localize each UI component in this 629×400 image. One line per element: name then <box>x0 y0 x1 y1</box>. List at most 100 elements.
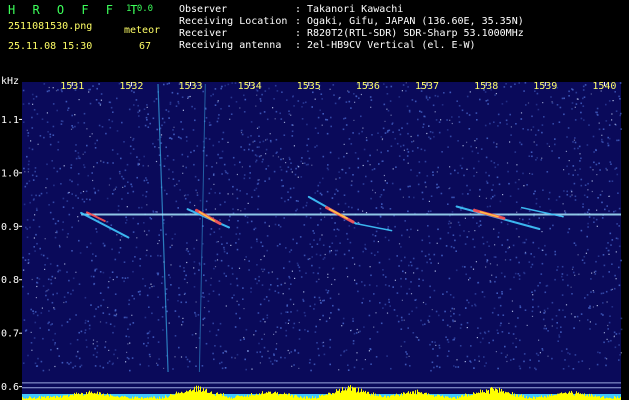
noise-speck <box>236 188 238 191</box>
noise-speck <box>436 355 439 357</box>
noise-speck <box>453 337 456 339</box>
level-bar <box>264 393 265 400</box>
noise-speck <box>381 203 383 205</box>
noise-speck <box>519 339 521 342</box>
noise-speck <box>260 100 262 102</box>
noise-speck <box>374 254 376 256</box>
noise-speck <box>35 365 38 367</box>
noise-speck <box>431 131 434 134</box>
noise-speck <box>331 197 334 199</box>
level-bar <box>63 395 64 400</box>
noise-speck <box>406 122 409 125</box>
noise-speck <box>172 178 175 180</box>
noise-speck <box>108 360 111 363</box>
noise-speck <box>357 290 359 293</box>
noise-speck <box>302 162 304 164</box>
noise-speck <box>162 329 164 331</box>
noise-speck <box>410 281 412 283</box>
noise-speck <box>545 253 547 256</box>
noise-speck <box>329 151 332 154</box>
noise-speck <box>132 322 135 324</box>
level-bar <box>597 396 598 400</box>
noise-speck <box>240 146 242 148</box>
noise-speck <box>33 109 36 111</box>
level-bar <box>177 393 178 400</box>
noise-speck <box>501 244 503 246</box>
noise-speck <box>66 361 69 364</box>
level-bar <box>324 395 325 400</box>
noise-speck <box>129 342 131 344</box>
noise-speck <box>603 264 606 267</box>
noise-speck <box>452 296 455 299</box>
noise-speck <box>111 120 114 123</box>
level-bar <box>412 391 413 400</box>
noise-speck <box>327 168 330 171</box>
noise-speck <box>155 160 158 163</box>
app-title: H R O F F T <box>8 3 143 17</box>
noise-speck <box>488 174 490 177</box>
noise-speck <box>407 185 409 188</box>
noise-speck <box>551 318 554 321</box>
noise-speck <box>323 299 325 302</box>
noise-speck <box>595 323 597 325</box>
level-bar <box>261 393 262 400</box>
noise-speck <box>557 266 559 268</box>
noise-speck <box>466 355 469 358</box>
noise-speck <box>580 313 583 315</box>
noise-speck <box>417 118 419 121</box>
noise-speck <box>572 88 574 91</box>
level-bar <box>335 392 336 400</box>
noise-speck <box>84 331 86 334</box>
noise-speck <box>98 83 100 85</box>
level-bar <box>559 393 560 400</box>
noise-speck <box>256 146 259 148</box>
level-bar <box>421 392 422 400</box>
noise-speck <box>334 249 337 252</box>
noise-speck <box>613 331 616 334</box>
noise-speck <box>26 182 28 185</box>
noise-speck <box>549 209 552 212</box>
noise-speck <box>219 362 221 365</box>
level-bar <box>341 391 342 400</box>
noise-speck <box>420 319 422 322</box>
noise-speck <box>230 96 233 99</box>
noise-speck <box>409 365 411 367</box>
noise-speck <box>80 330 83 333</box>
noise-speck <box>307 150 309 152</box>
noise-speck <box>319 239 321 241</box>
noise-speck <box>285 162 287 164</box>
level-bar <box>54 396 55 400</box>
noise-speck <box>356 359 358 361</box>
noise-speck <box>424 115 426 118</box>
noise-speck <box>386 93 389 95</box>
noise-speck <box>254 278 257 280</box>
level-bar <box>271 393 272 400</box>
noise-speck <box>223 248 226 251</box>
level-bar <box>410 391 411 400</box>
noise-speck <box>282 158 284 160</box>
noise-speck <box>155 211 157 213</box>
noise-speck <box>139 265 141 267</box>
noise-speck <box>509 113 511 116</box>
noise-speck <box>597 255 600 257</box>
noise-speck <box>67 233 69 235</box>
level-bar <box>159 396 160 400</box>
noise-speck <box>100 304 102 307</box>
noise-speck <box>405 351 407 353</box>
noise-speck <box>473 167 475 170</box>
noise-speck <box>502 194 504 196</box>
noise-speck <box>214 208 216 210</box>
noise-speck <box>479 220 482 222</box>
noise-speck <box>533 141 535 143</box>
noise-speck <box>571 268 574 270</box>
noise-speck <box>298 270 301 272</box>
noise-speck <box>364 243 366 246</box>
noise-speck <box>343 143 345 145</box>
noise-speck <box>149 216 151 219</box>
noise-speck <box>49 143 52 146</box>
noise-speck <box>291 365 293 367</box>
noise-speck <box>342 322 345 325</box>
noise-speck <box>350 184 353 187</box>
noise-speck <box>421 269 423 272</box>
noise-speck <box>569 353 571 355</box>
